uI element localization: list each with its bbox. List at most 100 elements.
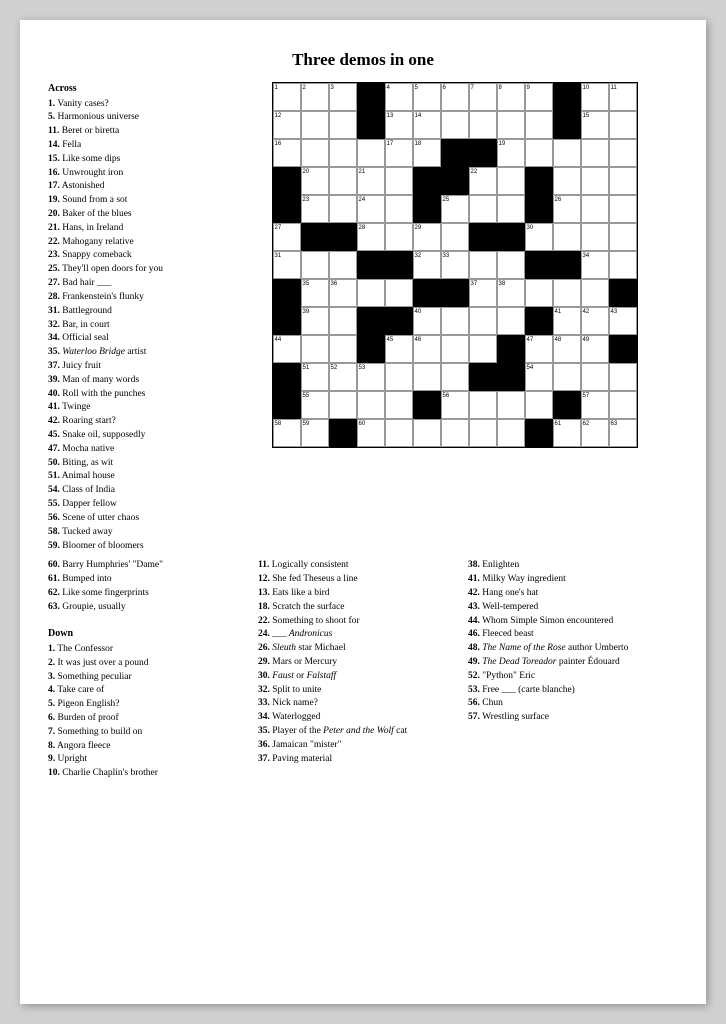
cell-12-4[interactable] (385, 419, 413, 447)
cell-0-2[interactable]: 3 (329, 83, 357, 111)
cell-10-5[interactable] (413, 363, 441, 391)
cell-4-12[interactable] (609, 195, 637, 223)
cell-2-0[interactable]: 16 (273, 139, 301, 167)
cell-4-8[interactable] (497, 195, 525, 223)
cell-3-5[interactable] (413, 167, 441, 195)
cell-1-5[interactable]: 14 (413, 111, 441, 139)
cell-7-7[interactable]: 37 (469, 279, 497, 307)
cell-11-6[interactable]: 56 (441, 391, 469, 419)
cell-11-0[interactable] (273, 391, 301, 419)
cell-2-12[interactable] (609, 139, 637, 167)
cell-7-0[interactable] (273, 279, 301, 307)
cell-11-1[interactable]: 55 (301, 391, 329, 419)
cell-7-10[interactable] (553, 279, 581, 307)
cell-12-12[interactable]: 63 (609, 419, 637, 447)
cell-10-2[interactable]: 52 (329, 363, 357, 391)
cell-7-3[interactable] (357, 279, 385, 307)
cell-4-2[interactable] (329, 195, 357, 223)
cell-9-2[interactable] (329, 335, 357, 363)
cell-8-4[interactable] (385, 307, 413, 335)
cell-6-8[interactable] (497, 251, 525, 279)
cell-1-1[interactable] (301, 111, 329, 139)
cell-7-4[interactable] (385, 279, 413, 307)
cell-6-11[interactable]: 34 (581, 251, 609, 279)
cell-3-10[interactable] (553, 167, 581, 195)
cell-2-8[interactable]: 19 (497, 139, 525, 167)
cell-7-1[interactable]: 35 (301, 279, 329, 307)
cell-5-5[interactable]: 29 (413, 223, 441, 251)
cell-3-9[interactable] (525, 167, 553, 195)
cell-10-1[interactable]: 51 (301, 363, 329, 391)
cell-2-7[interactable] (469, 139, 497, 167)
cell-3-8[interactable] (497, 167, 525, 195)
cell-12-2[interactable] (329, 419, 357, 447)
cell-12-7[interactable] (469, 419, 497, 447)
cell-9-7[interactable] (469, 335, 497, 363)
cell-9-4[interactable]: 45 (385, 335, 413, 363)
cell-6-12[interactable] (609, 251, 637, 279)
cell-1-8[interactable] (497, 111, 525, 139)
cell-7-9[interactable] (525, 279, 553, 307)
cell-6-9[interactable] (525, 251, 553, 279)
cell-6-6[interactable]: 33 (441, 251, 469, 279)
cell-9-3[interactable] (357, 335, 385, 363)
cell-8-10[interactable]: 41 (553, 307, 581, 335)
cell-12-11[interactable]: 62 (581, 419, 609, 447)
cell-1-9[interactable] (525, 111, 553, 139)
cell-7-11[interactable] (581, 279, 609, 307)
cell-9-1[interactable] (301, 335, 329, 363)
cell-0-4[interactable]: 4 (385, 83, 413, 111)
cell-10-10[interactable] (553, 363, 581, 391)
cell-0-1[interactable]: 2 (301, 83, 329, 111)
cell-2-5[interactable]: 18 (413, 139, 441, 167)
cell-2-2[interactable] (329, 139, 357, 167)
cell-2-3[interactable] (357, 139, 385, 167)
cell-0-12[interactable]: 11 (609, 83, 637, 111)
cell-0-7[interactable]: 7 (469, 83, 497, 111)
cell-5-9[interactable]: 30 (525, 223, 553, 251)
cell-6-3[interactable] (357, 251, 385, 279)
cell-8-8[interactable] (497, 307, 525, 335)
cell-11-4[interactable] (385, 391, 413, 419)
cell-9-6[interactable] (441, 335, 469, 363)
cell-0-6[interactable]: 6 (441, 83, 469, 111)
cell-0-8[interactable]: 8 (497, 83, 525, 111)
cell-9-11[interactable]: 49 (581, 335, 609, 363)
cell-7-8[interactable]: 38 (497, 279, 525, 307)
cell-6-10[interactable] (553, 251, 581, 279)
cell-1-11[interactable]: 15 (581, 111, 609, 139)
cell-10-9[interactable]: 54 (525, 363, 553, 391)
cell-8-3[interactable] (357, 307, 385, 335)
cell-4-9[interactable] (525, 195, 553, 223)
cell-1-3[interactable] (357, 111, 385, 139)
cell-4-3[interactable]: 24 (357, 195, 385, 223)
cell-6-2[interactable] (329, 251, 357, 279)
cell-4-5[interactable] (413, 195, 441, 223)
cell-6-4[interactable] (385, 251, 413, 279)
cell-10-7[interactable] (469, 363, 497, 391)
cell-3-11[interactable] (581, 167, 609, 195)
cell-8-0[interactable] (273, 307, 301, 335)
cell-9-0[interactable]: 44 (273, 335, 301, 363)
cell-12-8[interactable] (497, 419, 525, 447)
cell-5-1[interactable] (301, 223, 329, 251)
cell-9-5[interactable]: 46 (413, 335, 441, 363)
cell-10-8[interactable] (497, 363, 525, 391)
cell-6-5[interactable]: 32 (413, 251, 441, 279)
cell-5-6[interactable] (441, 223, 469, 251)
cell-7-6[interactable] (441, 279, 469, 307)
cell-12-5[interactable] (413, 419, 441, 447)
cell-9-9[interactable]: 47 (525, 335, 553, 363)
cell-12-9[interactable] (525, 419, 553, 447)
cell-3-0[interactable] (273, 167, 301, 195)
cell-5-0[interactable]: 27 (273, 223, 301, 251)
cell-2-10[interactable] (553, 139, 581, 167)
cell-10-4[interactable] (385, 363, 413, 391)
cell-10-0[interactable] (273, 363, 301, 391)
cell-11-7[interactable] (469, 391, 497, 419)
cell-3-12[interactable] (609, 167, 637, 195)
cell-3-7[interactable]: 22 (469, 167, 497, 195)
cell-5-11[interactable] (581, 223, 609, 251)
cell-8-9[interactable] (525, 307, 553, 335)
cell-8-7[interactable] (469, 307, 497, 335)
